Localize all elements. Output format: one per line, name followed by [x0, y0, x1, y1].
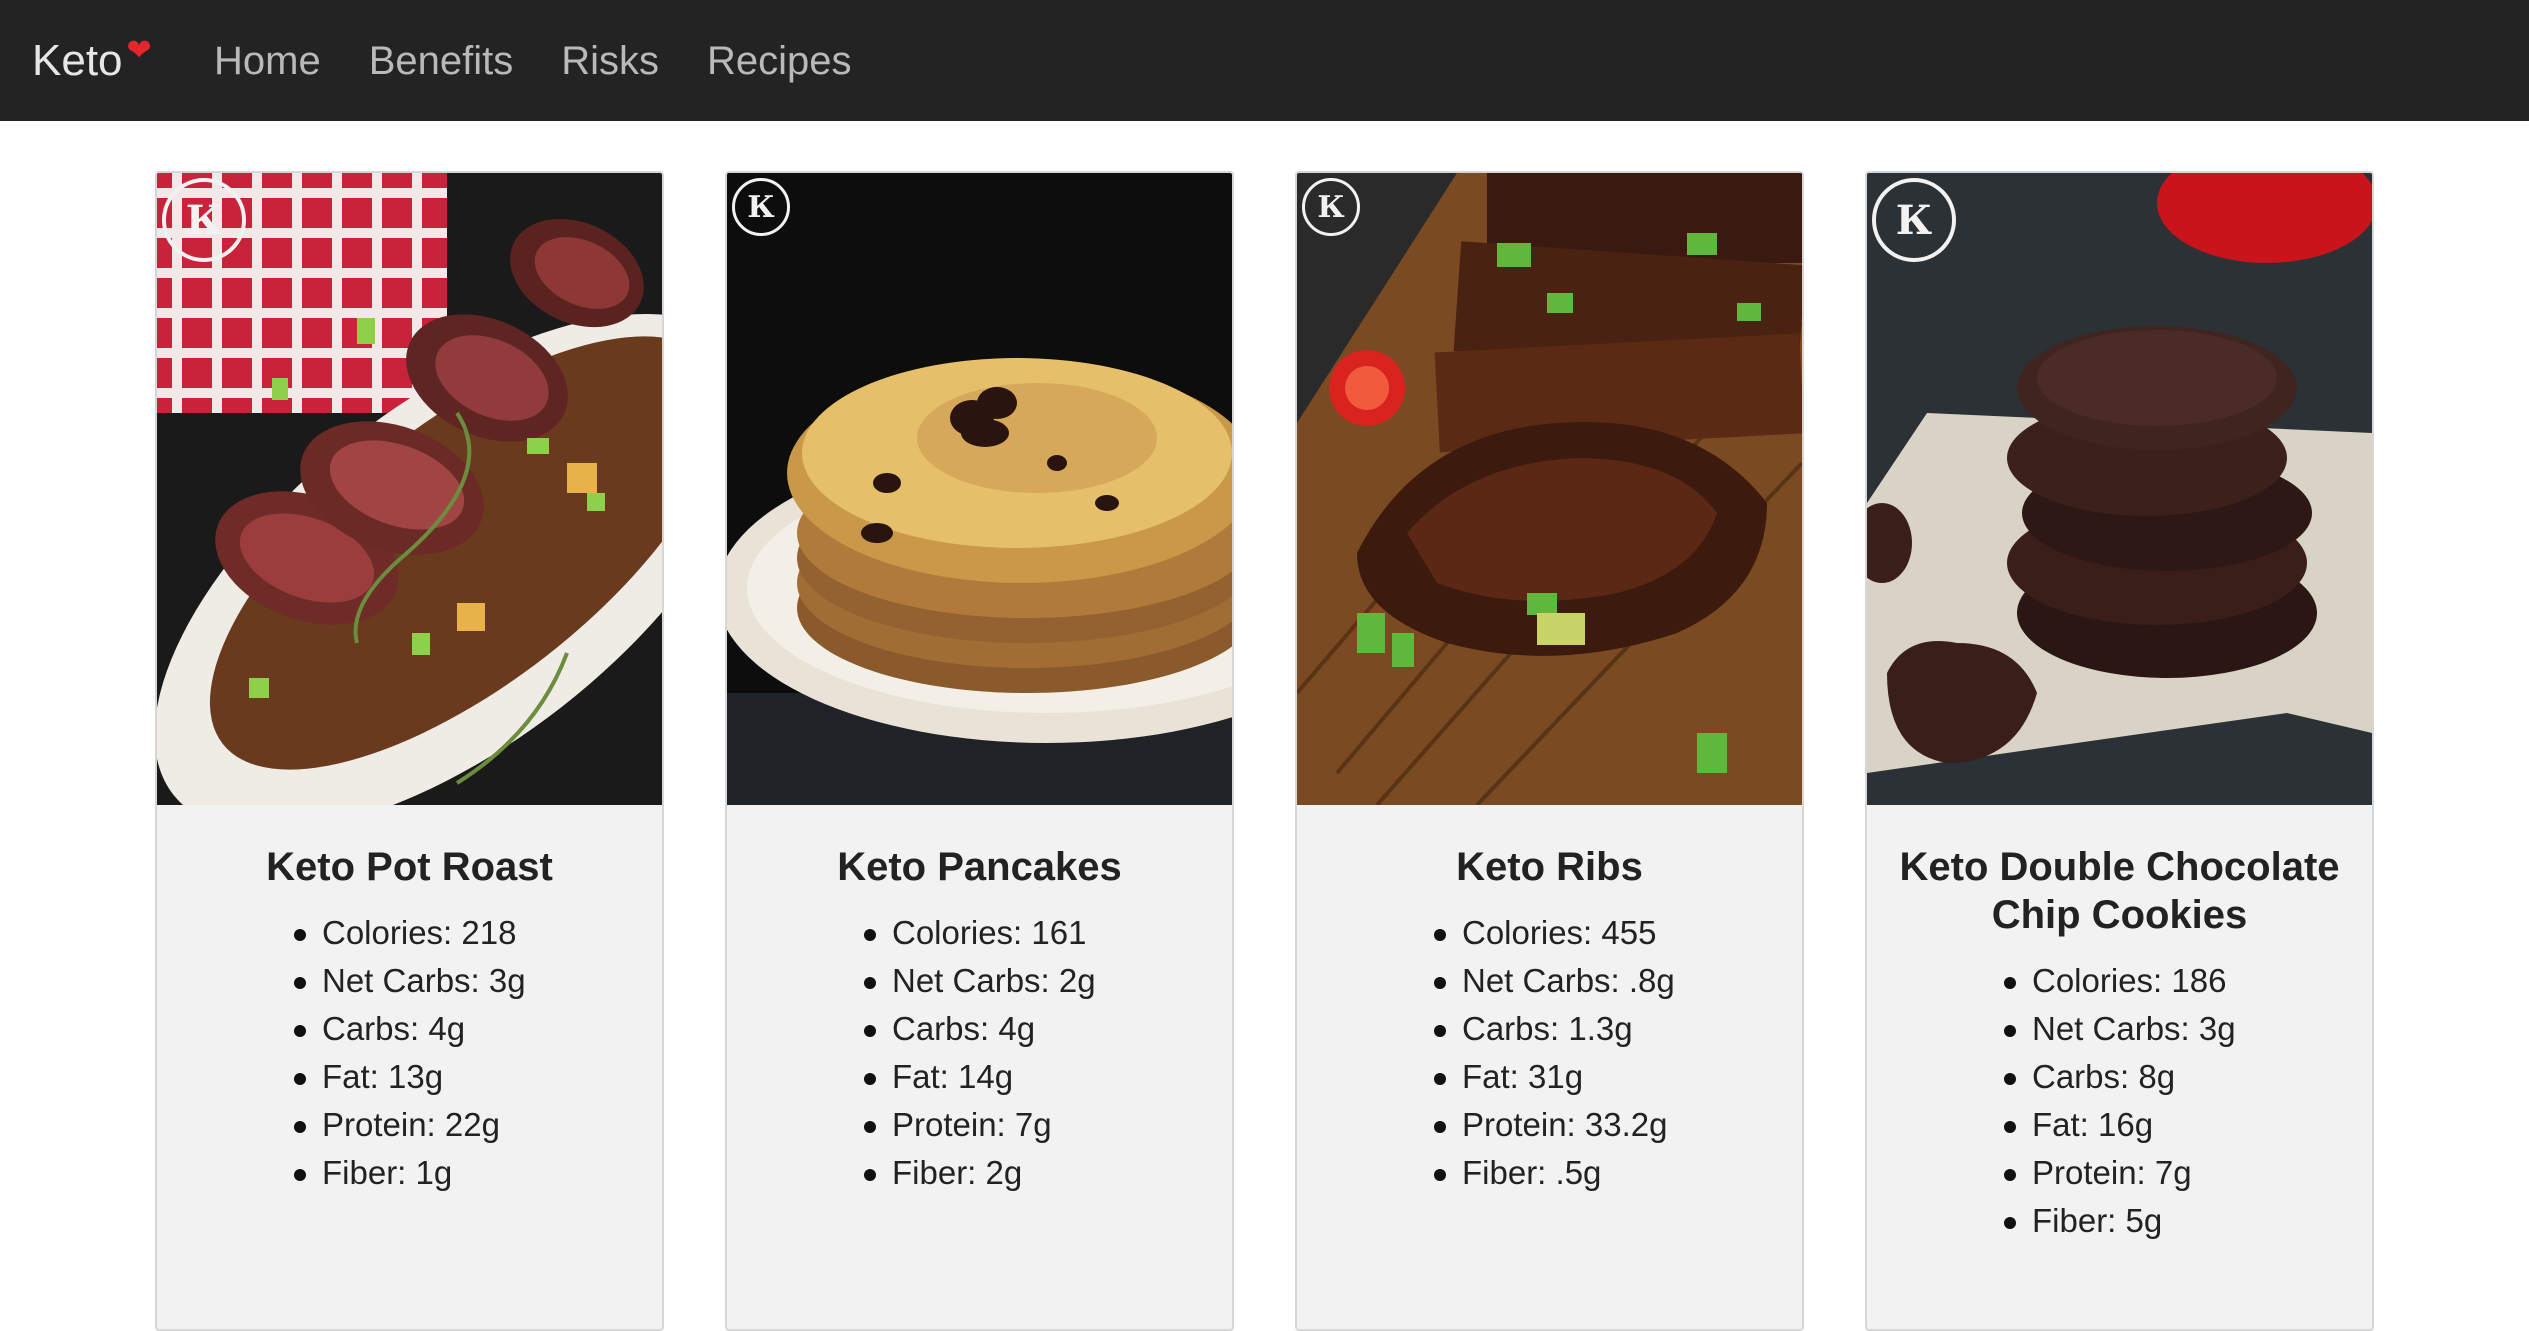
macro-protein: Protein: 22g: [294, 1101, 662, 1149]
recipe-photo-pancakes: К: [727, 173, 1232, 805]
macro-fat: Fat: 16g: [2004, 1101, 2372, 1149]
recipe-cards: К Keto Pot Roast Colories: 218 Net Carbs…: [0, 171, 2529, 1331]
macro-net-carbs: Net Carbs: 2g: [864, 957, 1232, 1005]
macro-protein: Protein: 7g: [864, 1101, 1232, 1149]
macro-fat: Fat: 14g: [864, 1053, 1232, 1101]
nav-link-benefits[interactable]: Benefits: [369, 32, 514, 90]
macro-list: Colories: 455 Net Carbs: .8g Carbs: 1.3g…: [1434, 909, 1802, 1197]
hk-logo-icon: К: [162, 178, 246, 262]
hk-logo-icon: К: [1302, 178, 1360, 236]
macro-protein: Protein: 33.2g: [1434, 1101, 1802, 1149]
macro-carbs: Carbs: 1.3g: [1434, 1005, 1802, 1053]
macro-calories: Colories: 161: [864, 909, 1232, 957]
macro-net-carbs: Net Carbs: .8g: [1434, 957, 1802, 1005]
nav-link-home[interactable]: Home: [214, 32, 321, 90]
recipe-photo-cookies: К: [1867, 173, 2372, 805]
recipe-card-pancakes[interactable]: К Keto Pancakes Colories: 161 Net Carbs:…: [725, 171, 1234, 1331]
macro-fiber: Fiber: 2g: [864, 1149, 1232, 1197]
nav-link-risks[interactable]: Risks: [561, 32, 659, 90]
macro-fat: Fat: 13g: [294, 1053, 662, 1101]
brand-logo[interactable]: Keto ❤: [32, 32, 152, 90]
hk-logo-icon: К: [732, 178, 790, 236]
heart-icon: ❤: [126, 34, 152, 67]
recipe-card-pot-roast[interactable]: К Keto Pot Roast Colories: 218 Net Carbs…: [155, 171, 664, 1331]
macro-calories: Colories: 186: [2004, 957, 2372, 1005]
recipe-title: Keto Double Chocolate Chip Cookies: [1899, 845, 2340, 937]
macro-fiber: Fiber: 5g: [2004, 1197, 2372, 1245]
macro-carbs: Carbs: 8g: [2004, 1053, 2372, 1101]
recipe-card-ribs[interactable]: К Keto Ribs Colories: 455 Net Carbs: .8g…: [1295, 171, 1804, 1331]
macro-protein: Protein: 7g: [2004, 1149, 2372, 1197]
recipe-title: Keto Pancakes: [837, 845, 1122, 889]
navbar: Keto ❤ Home Benefits Risks Recipes: [0, 0, 2529, 121]
macro-net-carbs: Net Carbs: 3g: [2004, 1005, 2372, 1053]
recipe-card-cookies[interactable]: К Keto Double Chocolate Chip Cookies Col…: [1865, 171, 2374, 1331]
recipe-title: Keto Pot Roast: [266, 845, 553, 889]
macro-list: Colories: 161 Net Carbs: 2g Carbs: 4g Fa…: [864, 909, 1232, 1197]
macro-calories: Colories: 218: [294, 909, 662, 957]
nav-links: Home Benefits Risks Recipes: [214, 32, 900, 90]
brand-label: Keto: [32, 36, 123, 85]
macro-calories: Colories: 455: [1434, 909, 1802, 957]
macro-fiber: Fiber: 1g: [294, 1149, 662, 1197]
recipe-title: Keto Ribs: [1456, 845, 1643, 889]
macro-carbs: Carbs: 4g: [294, 1005, 662, 1053]
macro-list: Colories: 218 Net Carbs: 3g Carbs: 4g Fa…: [294, 909, 662, 1197]
macro-carbs: Carbs: 4g: [864, 1005, 1232, 1053]
hk-logo-icon: К: [1872, 178, 1956, 262]
recipe-photo-pot-roast: К: [157, 173, 662, 805]
recipe-photo-ribs: К: [1297, 173, 1802, 805]
macro-list: Colories: 186 Net Carbs: 3g Carbs: 8g Fa…: [2004, 957, 2372, 1245]
nav-link-recipes[interactable]: Recipes: [707, 32, 852, 90]
macro-fiber: Fiber: .5g: [1434, 1149, 1802, 1197]
macro-fat: Fat: 31g: [1434, 1053, 1802, 1101]
macro-net-carbs: Net Carbs: 3g: [294, 957, 662, 1005]
